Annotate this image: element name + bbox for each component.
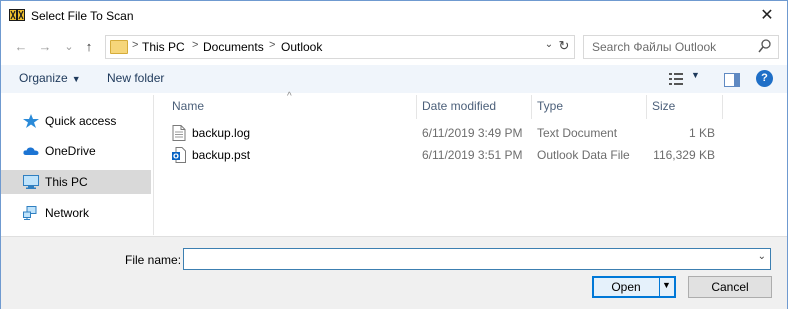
breadcrumb-this-pc[interactable]: This PC bbox=[142, 40, 185, 54]
file-size: 1 KB bbox=[688, 126, 715, 140]
recent-locations-chevron-icon[interactable]: ⌄ bbox=[61, 39, 77, 55]
app-icon bbox=[9, 9, 25, 21]
command-toolbar: Organize ▼ New folder ▼ ? bbox=[1, 65, 787, 93]
column-divider[interactable] bbox=[722, 95, 723, 119]
new-folder-button[interactable]: New folder bbox=[107, 71, 164, 85]
breadcrumb-separator: > bbox=[269, 39, 276, 51]
file-type: Outlook Data File bbox=[537, 148, 630, 162]
sidebar-item-label: Quick access bbox=[45, 114, 117, 128]
address-bar[interactable]: > This PC > Documents > Outlook ⌄ ↻ bbox=[105, 35, 575, 59]
breadcrumb-separator: > bbox=[132, 39, 139, 51]
folder-icon bbox=[110, 40, 128, 54]
search-icon[interactable] bbox=[758, 38, 772, 54]
star-icon bbox=[23, 114, 39, 128]
file-date: 6/11/2019 3:51 PM bbox=[422, 148, 523, 162]
help-icon[interactable]: ? bbox=[756, 70, 773, 87]
file-name-input[interactable]: ⌄ bbox=[183, 248, 771, 270]
file-name-dropdown-icon[interactable]: ⌄ bbox=[758, 251, 766, 262]
file-row-backup-log[interactable]: backup.log 6/11/2019 3:49 PM Text Docume… bbox=[154, 123, 787, 143]
file-name: backup.log bbox=[192, 126, 251, 140]
outlook-file-icon: O bbox=[172, 147, 186, 163]
column-header-name[interactable]: Name bbox=[172, 99, 204, 113]
sidebar-item-onedrive[interactable]: OneDrive bbox=[1, 139, 151, 163]
cancel-label: Cancel bbox=[711, 280, 749, 294]
sidebar-item-label: OneDrive bbox=[45, 144, 96, 158]
svg-text:O: O bbox=[173, 153, 179, 161]
sidebar-item-label: This PC bbox=[45, 175, 88, 189]
column-divider[interactable] bbox=[531, 95, 532, 119]
title-bar: Select File To Scan ✕ bbox=[1, 1, 787, 31]
column-divider[interactable] bbox=[646, 95, 647, 119]
file-dialog-window: Select File To Scan ✕ ← → ⌄ ↑ > This PC … bbox=[0, 0, 788, 309]
view-options-caret-icon[interactable]: ▼ bbox=[691, 70, 700, 80]
cancel-button[interactable]: Cancel bbox=[688, 276, 772, 298]
organize-button[interactable]: Organize ▼ bbox=[19, 71, 81, 85]
close-icon[interactable]: ✕ bbox=[757, 6, 777, 26]
sidebar-item-network[interactable]: Network bbox=[1, 201, 151, 225]
sort-ascending-icon: ^ bbox=[287, 91, 292, 102]
breadcrumb-outlook[interactable]: Outlook bbox=[281, 40, 322, 54]
search-input[interactable]: Search Файлы Outlook bbox=[583, 35, 779, 59]
open-label: Open bbox=[611, 280, 641, 294]
file-name-label: File name: bbox=[125, 253, 182, 267]
cloud-icon bbox=[23, 147, 39, 155]
up-arrow-icon[interactable]: ↑ bbox=[81, 39, 97, 55]
search-placeholder: Search Файлы Outlook bbox=[592, 40, 717, 54]
address-dropdown-icon[interactable]: ⌄ bbox=[542, 39, 556, 50]
file-date: 6/11/2019 3:49 PM bbox=[422, 126, 523, 140]
open-options-caret-icon[interactable]: ▼ bbox=[662, 280, 671, 290]
window-title: Select File To Scan bbox=[31, 9, 134, 23]
sidebar-item-this-pc[interactable]: This PC bbox=[1, 170, 151, 194]
breadcrumb-documents[interactable]: Documents bbox=[203, 40, 264, 54]
sidebar-item-label: Network bbox=[45, 206, 90, 220]
breadcrumb-separator: > bbox=[192, 39, 199, 51]
details-view-icon[interactable] bbox=[669, 73, 683, 85]
open-button[interactable]: Open ▼ bbox=[592, 276, 676, 298]
preview-pane-icon[interactable] bbox=[724, 73, 740, 87]
column-header-type[interactable]: Type bbox=[537, 99, 563, 113]
organize-label: Organize bbox=[19, 71, 68, 85]
file-name: backup.pst bbox=[192, 148, 251, 162]
split-divider bbox=[659, 277, 660, 297]
file-type: Text Document bbox=[537, 126, 618, 140]
network-icon bbox=[23, 206, 37, 220]
column-header-date-modified[interactable]: Date modified bbox=[422, 99, 496, 113]
refresh-icon[interactable]: ↻ bbox=[556, 38, 572, 54]
computer-icon bbox=[23, 175, 39, 189]
back-arrow-icon[interactable]: ← bbox=[13, 39, 29, 55]
navigation-pane: Quick access OneDrive This PC Network bbox=[1, 95, 153, 235]
sidebar-item-quick-access[interactable]: Quick access bbox=[1, 109, 151, 133]
column-divider[interactable] bbox=[416, 95, 417, 119]
navigation-row: ← → ⌄ ↑ > This PC > Documents > Outlook … bbox=[1, 33, 787, 61]
text-file-icon bbox=[172, 125, 186, 141]
file-size: 116,329 KB bbox=[653, 148, 715, 162]
forward-arrow-icon[interactable]: → bbox=[37, 39, 53, 55]
file-row-backup-pst[interactable]: O backup.pst 6/11/2019 3:51 PM Outlook D… bbox=[154, 145, 787, 165]
file-list: ^ Name Date modified Type Size backup.lo… bbox=[154, 91, 787, 235]
dialog-footer: File name: ⌄ Open ▼ Cancel bbox=[1, 236, 787, 309]
column-header-size[interactable]: Size bbox=[652, 99, 675, 113]
caret-down-icon: ▼ bbox=[71, 74, 81, 84]
